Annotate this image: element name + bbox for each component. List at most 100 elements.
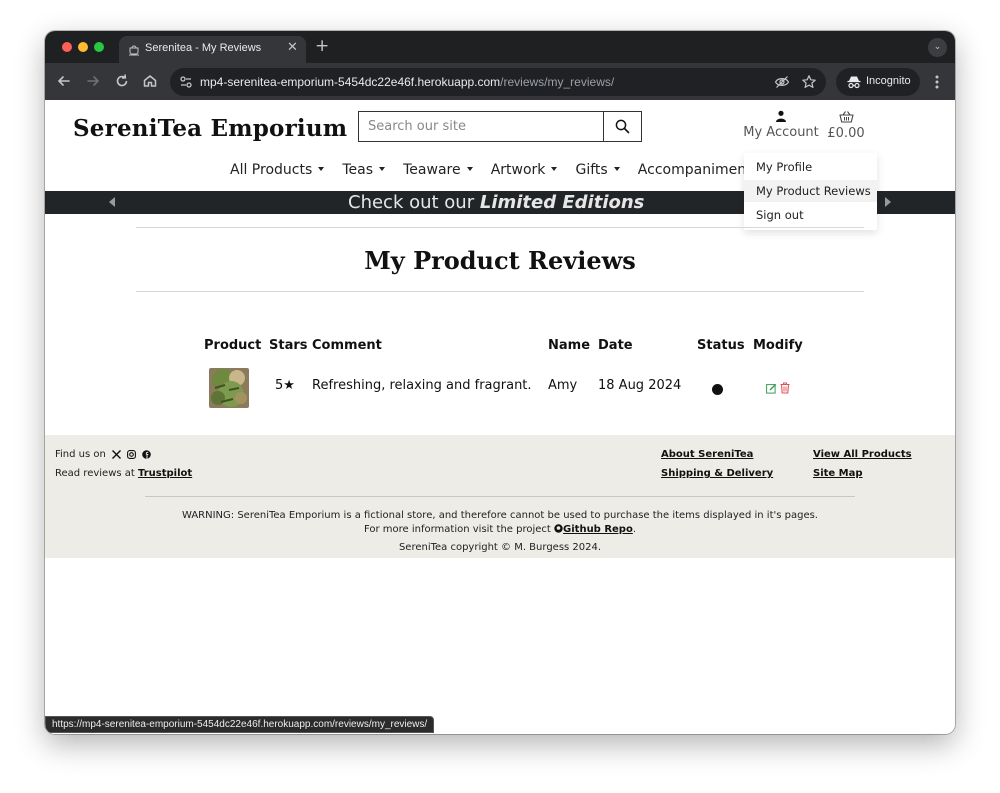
instagram-icon[interactable] <box>127 450 137 459</box>
bookmark-star-icon[interactable] <box>801 74 817 90</box>
nav-gifts[interactable]: Gifts <box>575 162 620 178</box>
shopping-basket-icon <box>838 111 854 123</box>
about-link[interactable]: About SereniTea <box>661 449 753 460</box>
my-account-link[interactable]: My Account <box>742 110 820 146</box>
close-window-button[interactable] <box>62 42 72 52</box>
url-path: /reviews/my_reviews/ <box>500 75 615 89</box>
banner-highlight: Limited Editions <box>479 192 645 213</box>
site-map-link[interactable]: Site Map <box>813 468 863 479</box>
delete-icon[interactable] <box>780 382 790 394</box>
find-us-label: Find us on <box>55 449 106 460</box>
account-dropdown-menu: My Profile My Product Reviews Sign out <box>744 153 877 230</box>
caret-down-icon <box>551 167 558 171</box>
column-header-status: Status <box>697 338 745 353</box>
trustpilot-link[interactable]: Trustpilot <box>138 468 192 479</box>
nav-all-products[interactable]: All Products <box>230 162 325 178</box>
banner-prev-icon[interactable] <box>109 197 115 207</box>
caret-down-icon <box>466 167 473 171</box>
page-title: My Product Reviews <box>364 246 636 275</box>
address-bar[interactable]: mp4-serenitea-emporium-5454dc22e46f.hero… <box>170 68 826 96</box>
github-icon <box>554 524 563 533</box>
nav-label: All Products <box>230 162 313 178</box>
menu-item-my-product-reviews[interactable]: My Product Reviews <box>744 180 877 202</box>
url-host: mp4-serenitea-emporium-5454dc22e46f.hero… <box>200 75 501 89</box>
column-header-date: Date <box>598 338 633 353</box>
banner-text[interactable]: Check out our Limited Editions <box>348 192 644 213</box>
edit-icon[interactable] <box>766 383 777 394</box>
incognito-icon <box>847 76 861 89</box>
facebook-icon[interactable] <box>142 450 152 459</box>
browser-toolbar: mp4-serenitea-emporium-5454dc22e46f.hero… <box>45 63 955 100</box>
star-icon: ★ <box>283 378 295 393</box>
eye-off-icon[interactable] <box>774 74 790 90</box>
column-header-modify: Modify <box>753 338 803 353</box>
search-button[interactable] <box>603 112 641 141</box>
teapot-favicon-icon <box>129 45 139 56</box>
footer-divider <box>145 496 855 497</box>
forward-icon[interactable] <box>83 71 103 91</box>
nav-label: Gifts <box>575 162 608 178</box>
more-info: For more information visit the project G… <box>363 524 637 535</box>
github-repo-link[interactable]: Github Repo <box>554 524 633 535</box>
menu-item-sign-out[interactable]: Sign out <box>744 204 877 226</box>
tab-title: Serenitea - My Reviews <box>145 42 262 54</box>
home-icon[interactable] <box>140 71 160 91</box>
web-page: SereniTea Emporium My Account <box>45 100 955 734</box>
site-footer: Find us on Read reviews at Trustpilot Ab… <box>45 435 955 558</box>
main-navigation: All Products Teas Teaware Artwork Gifts … <box>230 159 784 178</box>
caret-down-icon <box>318 167 325 171</box>
x-twitter-icon[interactable] <box>112 450 122 459</box>
review-comment: Refreshing, relaxing and fragrant. <box>312 378 532 393</box>
incognito-indicator[interactable]: Incognito <box>836 68 920 96</box>
nav-label: Artwork <box>490 162 546 178</box>
tab-strip: Serenitea - My Reviews ✕ + ⌄ <box>45 31 955 63</box>
review-date: 18 Aug 2024 <box>598 378 682 393</box>
caret-down-icon <box>379 167 386 171</box>
tab-search-icon[interactable]: ⌄ <box>928 38 947 57</box>
divider <box>136 291 864 292</box>
read-reviews-label: Read reviews at <box>55 468 135 479</box>
nav-label: Teaware <box>403 162 461 178</box>
shipping-delivery-link[interactable]: Shipping & Delivery <box>661 468 773 479</box>
fictional-warning: WARNING: SereniTea Emporium is a fiction… <box>182 510 818 521</box>
github-label: Github Repo <box>563 524 633 535</box>
nav-label: Accompaniments <box>637 162 759 178</box>
new-tab-icon[interactable]: + <box>315 36 329 56</box>
my-account-label: My Account <box>743 125 819 140</box>
back-icon[interactable] <box>54 71 74 91</box>
status-indicator-icon <box>712 384 723 395</box>
site-brand[interactable]: SereniTea Emporium <box>73 115 347 142</box>
site-search <box>358 111 642 142</box>
search-input[interactable] <box>359 112 603 141</box>
reload-icon[interactable] <box>112 71 132 91</box>
active-tab[interactable]: Serenitea - My Reviews ✕ <box>119 36 306 63</box>
zoom-window-button[interactable] <box>94 42 104 52</box>
url-text: mp4-serenitea-emporium-5454dc22e46f.hero… <box>200 75 614 89</box>
tab-close-icon[interactable]: ✕ <box>287 40 298 55</box>
more-info-label: For more information visit the project <box>363 524 551 535</box>
menu-item-my-profile[interactable]: My Profile <box>744 156 877 178</box>
read-reviews: Read reviews at Trustpilot <box>55 468 192 479</box>
view-all-products-link[interactable]: View All Products <box>813 449 912 460</box>
site-settings-icon[interactable] <box>178 74 194 90</box>
search-icon <box>615 119 630 134</box>
copyright: SereniTea copyright © M. Burgess 2024. <box>398 542 602 553</box>
minimize-window-button[interactable] <box>78 42 88 52</box>
browser-window: Serenitea - My Reviews ✕ + ⌄ mp4-serenit… <box>45 31 955 734</box>
nav-artwork[interactable]: Artwork <box>491 162 558 178</box>
nav-teaware[interactable]: Teaware <box>403 162 473 178</box>
tea-leaves-image <box>209 368 249 408</box>
nav-label: Teas <box>342 162 374 178</box>
banner-prefix: Check out our <box>348 192 480 213</box>
column-header-product: Product <box>204 338 262 353</box>
column-header-name: Name <box>548 338 591 353</box>
column-header-stars: Stars <box>269 338 308 353</box>
banner-next-icon[interactable] <box>885 197 891 207</box>
column-header-comment: Comment <box>312 338 382 353</box>
product-thumbnail[interactable] <box>209 368 249 408</box>
bag-total: £0.00 <box>827 126 865 141</box>
nav-teas[interactable]: Teas <box>342 162 386 178</box>
shopping-bag-link[interactable]: £0.00 <box>825 110 867 146</box>
browser-menu-icon[interactable] <box>929 72 945 92</box>
review-name: Amy <box>548 378 578 393</box>
